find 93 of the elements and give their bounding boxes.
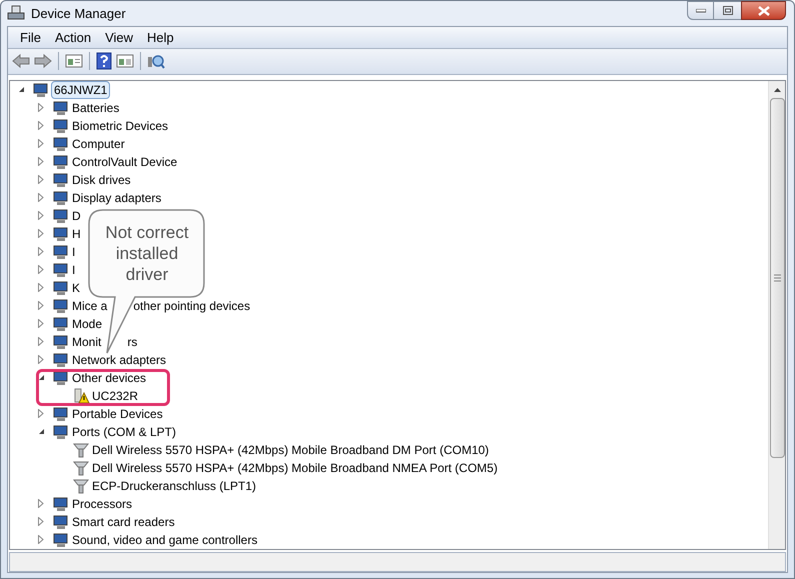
device-icon [52, 406, 70, 422]
device-icon [52, 514, 70, 530]
expand-arrow-icon[interactable] [38, 229, 44, 238]
device-icon [52, 154, 70, 170]
scan-icon[interactable] [147, 53, 165, 70]
menu-item[interactable]: File [14, 28, 47, 48]
tree-item[interactable]: Ports (COM & LPT) [71, 424, 178, 440]
back-icon[interactable] [12, 53, 30, 70]
maximize-button[interactable] [714, 1, 741, 20]
scrollbar[interactable] [768, 80, 785, 549]
device-icon [52, 298, 70, 314]
panel-icon[interactable] [65, 53, 83, 70]
close-button[interactable] [741, 1, 786, 20]
expand-arrow-icon[interactable] [38, 265, 44, 274]
scrollbar-thumb[interactable] [770, 98, 784, 458]
menu-item[interactable]: Help [141, 28, 180, 48]
help-icon[interactable] [96, 52, 112, 70]
tree-item[interactable]: ECP-Druckeranschluss (LPT1) [91, 478, 258, 494]
minimize-icon [696, 8, 706, 12]
device-icon [52, 424, 70, 440]
device-icon [52, 352, 70, 368]
tree-item[interactable]: I [71, 262, 76, 278]
tree-item[interactable]: I [71, 244, 76, 260]
tree-item[interactable]: Mode [71, 316, 104, 332]
properties-icon[interactable] [116, 53, 134, 70]
collapse-arrow-icon[interactable] [18, 86, 25, 94]
expand-arrow-icon[interactable] [38, 157, 44, 166]
maximize-icon [722, 6, 732, 15]
tree-item[interactable]: H [71, 226, 82, 242]
tree-item-text: rs [127, 334, 138, 350]
tree-item[interactable]: K [71, 280, 82, 296]
close-icon [758, 6, 770, 16]
device-icon [52, 316, 70, 332]
tree-item[interactable]: Biometric Devices [71, 118, 170, 134]
forward-icon[interactable] [34, 53, 52, 70]
expand-arrow-icon[interactable] [38, 103, 44, 112]
expand-arrow-icon[interactable] [38, 319, 44, 328]
device-icon [52, 334, 70, 350]
tree-item[interactable]: Processors [71, 496, 134, 512]
device-icon [52, 262, 70, 278]
device-icon [32, 82, 50, 98]
device-icon [52, 208, 70, 224]
tree-item[interactable]: Monit [71, 334, 102, 350]
device-icon [52, 118, 70, 134]
expand-arrow-icon[interactable] [38, 355, 44, 364]
expand-arrow-icon[interactable] [38, 247, 44, 256]
device-icon [52, 226, 70, 242]
collapse-arrow-icon[interactable] [38, 428, 45, 436]
expand-arrow-icon[interactable] [38, 175, 44, 184]
minimize-button[interactable] [687, 1, 714, 20]
expand-arrow-icon[interactable] [38, 337, 44, 346]
expand-arrow-icon[interactable] [38, 535, 44, 544]
device-icon [52, 280, 70, 296]
tree-item[interactable]: UC232R [91, 388, 140, 404]
expand-arrow-icon[interactable] [38, 139, 44, 148]
expand-arrow-icon[interactable] [38, 211, 44, 220]
tree-item[interactable]: Mice a [71, 298, 108, 314]
device-icon [52, 190, 70, 206]
menu-item[interactable]: Action [48, 28, 98, 48]
tree-item[interactable]: Smart card readers [71, 514, 176, 530]
expand-arrow-icon[interactable] [38, 301, 44, 310]
callout-text: Not correct installed driver [104, 222, 190, 285]
tree-item[interactable]: Dell Wireless 5570 HSPA+ (42Mbps) Mobile Broadband DM Port (COM10) [91, 442, 490, 458]
tree-item[interactable]: Dell Wireless 5570 HSPA+ (42Mbps) Mobile Broadband NMEA Port (COM5) [91, 460, 499, 476]
expand-arrow-icon[interactable] [38, 409, 44, 418]
tree-item[interactable]: 66JNWZ1 [51, 80, 110, 99]
tree-item[interactable]: D [71, 208, 82, 224]
tree-item-text: other pointing devices [133, 298, 250, 314]
device-icon [52, 370, 70, 386]
tree-item[interactable]: Sound, video and game controllers [71, 532, 258, 548]
tree-item[interactable]: Batteries [71, 100, 120, 116]
tree-item[interactable]: Computer [71, 136, 126, 152]
tree-item[interactable]: Other devices [71, 370, 148, 386]
device-icon [52, 532, 70, 548]
device-icon [52, 100, 70, 116]
device-icon [52, 496, 70, 512]
expand-arrow-icon[interactable] [38, 193, 44, 202]
expand-arrow-icon[interactable] [38, 283, 44, 292]
tree-item[interactable]: Network adapters [71, 352, 168, 368]
expand-arrow-icon[interactable] [38, 517, 44, 526]
tree-item[interactable]: Portable Devices [71, 406, 164, 422]
device-manager-icon [7, 5, 25, 22]
window-title: Device Manager [31, 4, 126, 23]
tree-item[interactable]: Display adapters [71, 190, 162, 206]
collapse-arrow-icon[interactable] [38, 374, 45, 382]
device-icon [52, 172, 70, 188]
expand-arrow-icon[interactable] [38, 121, 44, 130]
menu-item[interactable]: View [99, 28, 140, 48]
tree-item[interactable]: Disk drives [71, 172, 132, 188]
expand-arrow-icon[interactable] [38, 499, 44, 508]
device-icon [52, 136, 70, 152]
device-icon [52, 244, 70, 260]
tree-item[interactable]: ControlVault Device [71, 154, 178, 170]
